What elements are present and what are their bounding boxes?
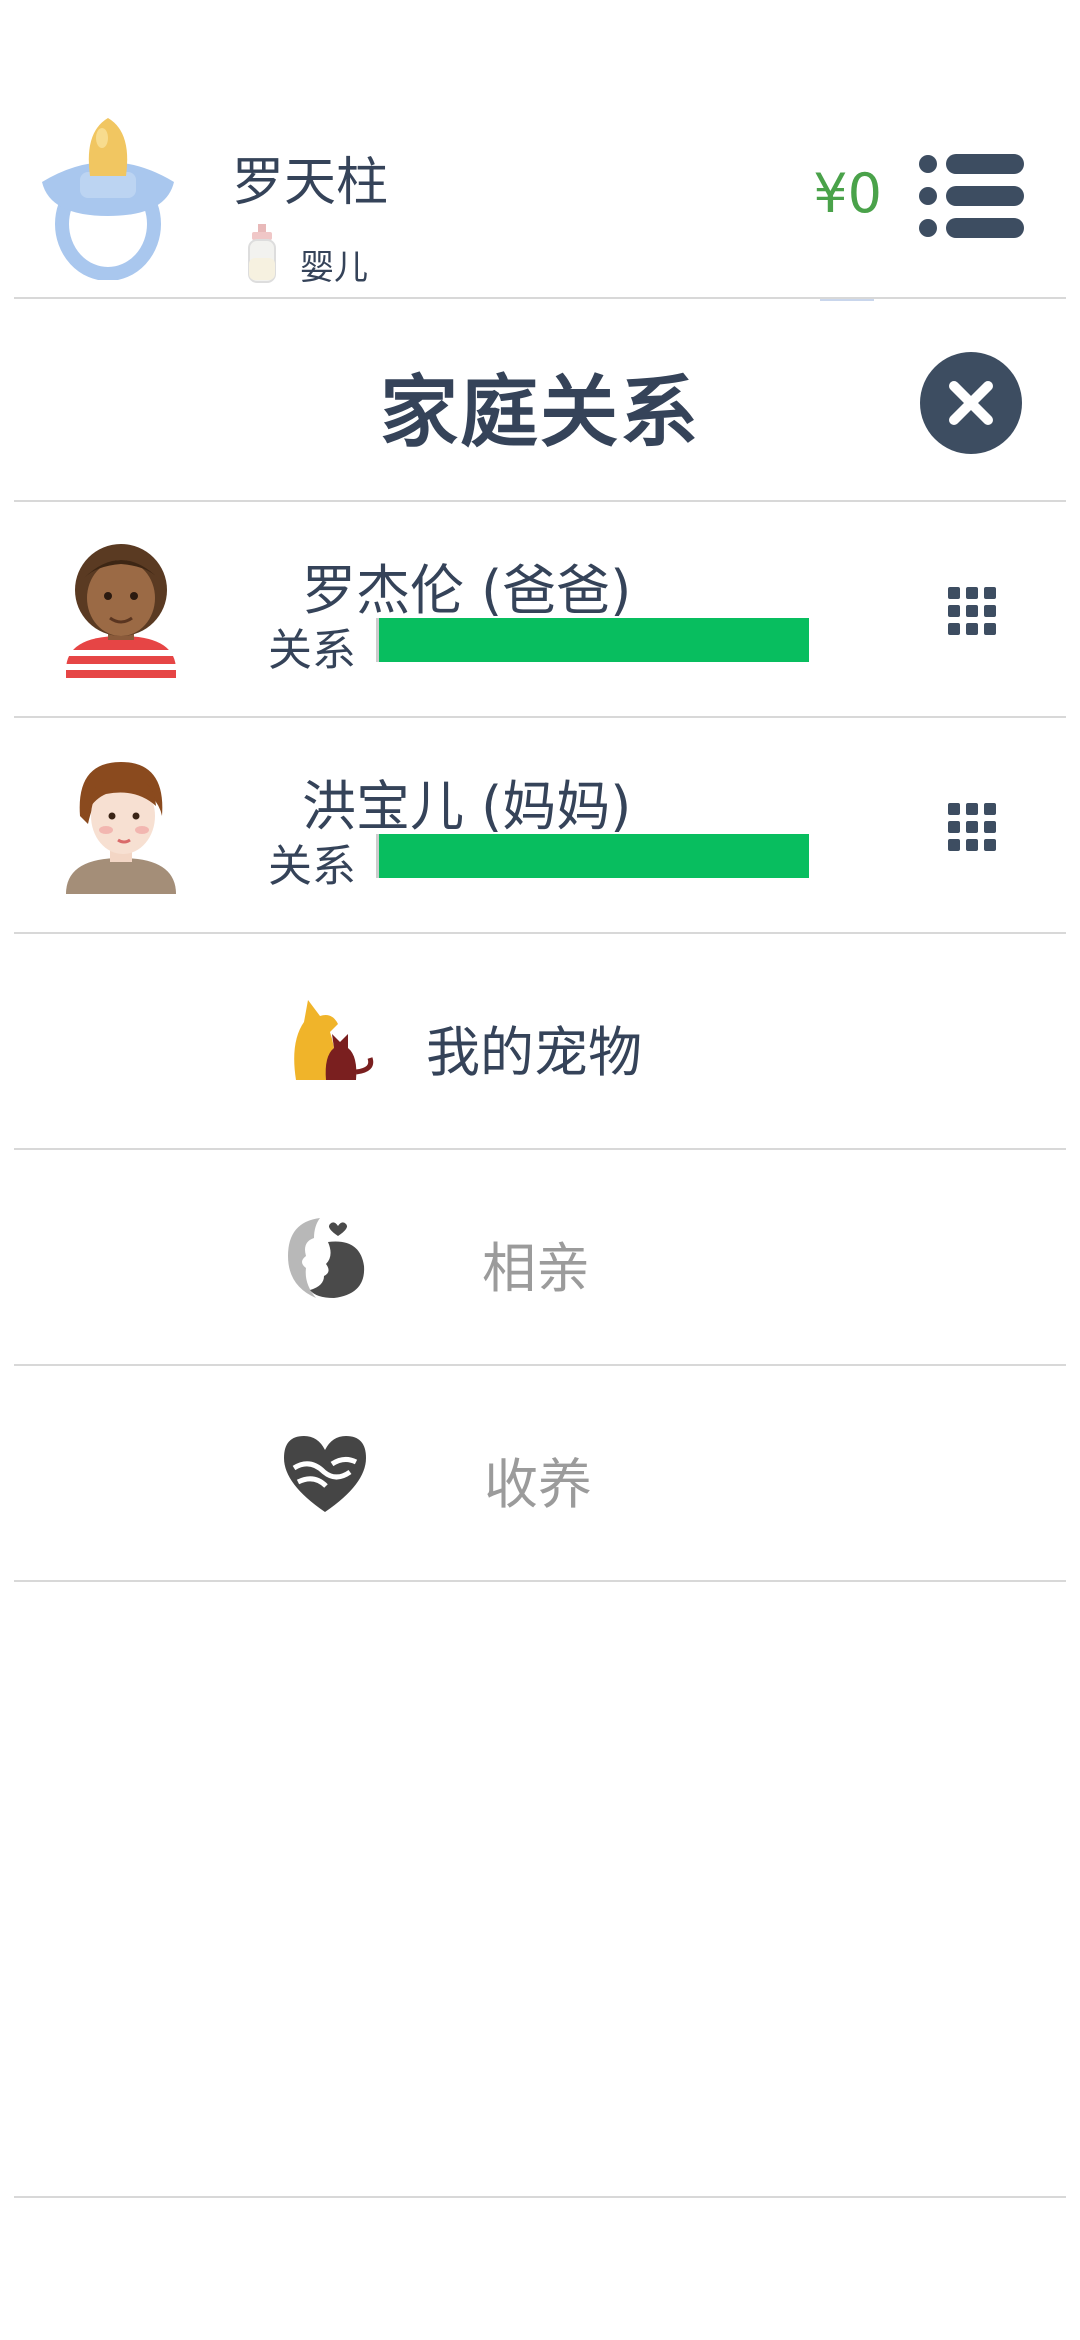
player-name: 罗天柱 xyxy=(232,153,389,213)
grid-icon[interactable] xyxy=(948,803,996,851)
relationship-bar-fill xyxy=(379,618,809,662)
dating-button[interactable]: 相亲 xyxy=(0,1150,1080,1364)
header-divider xyxy=(14,297,1066,299)
menu-button[interactable] xyxy=(918,152,1026,240)
pet-icon xyxy=(286,992,376,1082)
relation-label: 关系 xyxy=(268,625,356,676)
relationship-bar xyxy=(376,618,809,662)
adopt-label: 收养 xyxy=(484,1453,592,1516)
pacifier-icon xyxy=(38,112,178,281)
money-display: ¥0 xyxy=(813,162,882,225)
menu-list-icon xyxy=(919,154,1024,238)
dating-label: 相亲 xyxy=(482,1237,590,1300)
mother-avatar xyxy=(66,754,176,894)
relationship-bar xyxy=(376,834,809,878)
row-divider xyxy=(14,1580,1066,1582)
grid-icon[interactable] xyxy=(948,587,996,635)
my-pets-label: 我的宠物 xyxy=(426,1021,642,1084)
close-button[interactable] xyxy=(920,352,1022,454)
dating-icon xyxy=(280,1212,370,1302)
modal-title: 家庭关系 xyxy=(379,368,700,458)
relation-row-father[interactable]: 罗杰伦 (爸爸) 关系 xyxy=(0,502,1080,716)
my-pets-button[interactable]: 我的宠物 xyxy=(0,934,1080,1148)
relation-row-mother[interactable]: 洪宝儿 (妈妈) 关系 xyxy=(0,718,1080,932)
adopt-heart-icon xyxy=(280,1428,370,1518)
baby-bottle-icon xyxy=(245,222,279,284)
adopt-button[interactable]: 收养 xyxy=(0,1366,1080,1580)
relationship-bar-fill xyxy=(379,834,809,878)
life-stage-label: 婴儿 xyxy=(300,248,368,288)
father-avatar xyxy=(66,538,176,678)
close-icon xyxy=(949,381,993,425)
bottom-divider xyxy=(14,2196,1066,2198)
relation-label: 关系 xyxy=(268,841,356,892)
